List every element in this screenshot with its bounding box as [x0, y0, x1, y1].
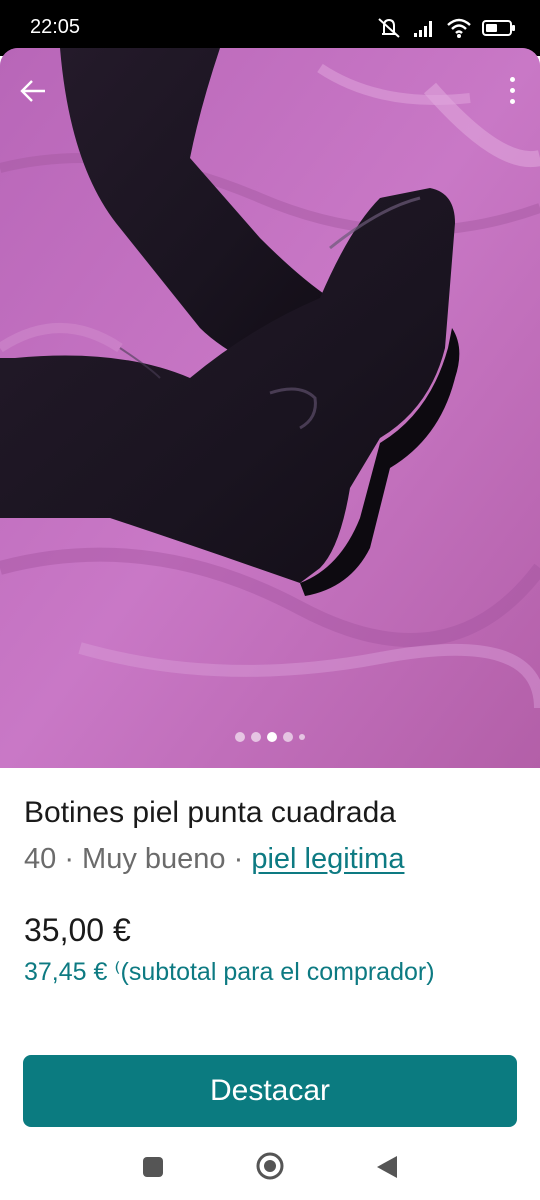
home-icon[interactable]	[256, 1152, 284, 1180]
product-photo[interactable]	[0, 48, 540, 768]
item-condition: Muy bueno	[82, 843, 226, 875]
item-title: Botines piel punta cuadrada	[24, 796, 396, 829]
meta-separator: ·	[56, 843, 83, 875]
pager-dot[interactable]	[251, 732, 261, 742]
item-price: 35,00 €	[24, 912, 131, 948]
item-size: 40	[24, 843, 57, 875]
more-dot-icon	[509, 76, 515, 82]
signal-icon	[414, 21, 432, 37]
status-time: 22:05	[30, 16, 81, 38]
meta-separator: ·	[225, 843, 252, 875]
status-icons	[376, 14, 516, 42]
pager-dot[interactable]	[299, 734, 305, 740]
photo-pager[interactable]	[0, 732, 540, 742]
battery-icon	[482, 20, 515, 36]
item-brand-link[interactable]: piel legitima	[251, 843, 404, 875]
more-options-button[interactable]	[502, 70, 522, 110]
more-dot-icon	[509, 98, 515, 104]
buyer-subtotal-link[interactable]: 37,45 € ⁽(subtotal para el comprador)	[24, 957, 435, 987]
item-meta: 40 · Muy bueno · piel legitima	[24, 843, 404, 876]
wifi-icon	[447, 18, 471, 38]
boot-photo-image	[0, 48, 540, 768]
pager-dot-active[interactable]	[267, 732, 277, 742]
mute-icon	[378, 18, 400, 38]
recents-icon[interactable]	[143, 1157, 163, 1177]
pager-dot[interactable]	[283, 732, 293, 742]
destacar-button[interactable]: Destacar	[23, 1055, 517, 1127]
system-nav-bar	[0, 1140, 540, 1200]
pager-dot[interactable]	[235, 732, 245, 742]
back-icon[interactable]	[375, 1154, 399, 1180]
back-button[interactable]	[16, 74, 50, 108]
more-dot-icon	[509, 87, 515, 93]
arrow-left-icon	[20, 80, 45, 102]
